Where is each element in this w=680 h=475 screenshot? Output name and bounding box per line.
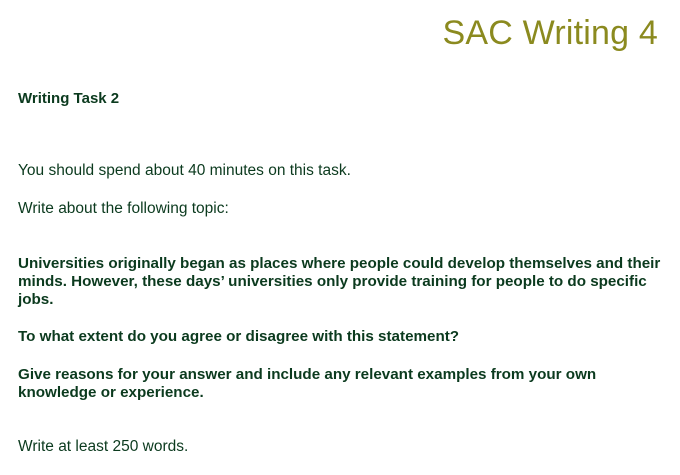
topic-intro: Write about the following topic: [18, 200, 229, 217]
answer-instructions: Give reasons for your answer and include… [18, 366, 597, 401]
topic-question: To what extent do you agree or disagree … [18, 328, 460, 345]
word-count-instruction: Write at least 250 words. [18, 438, 189, 455]
time-instruction: You should spend about 40 minutes on thi… [18, 162, 351, 179]
page-title: SAC Writing 4 [442, 14, 658, 52]
topic-statement: Universities originally began as places … [18, 255, 661, 308]
task-heading: Writing Task 2 [18, 90, 120, 107]
